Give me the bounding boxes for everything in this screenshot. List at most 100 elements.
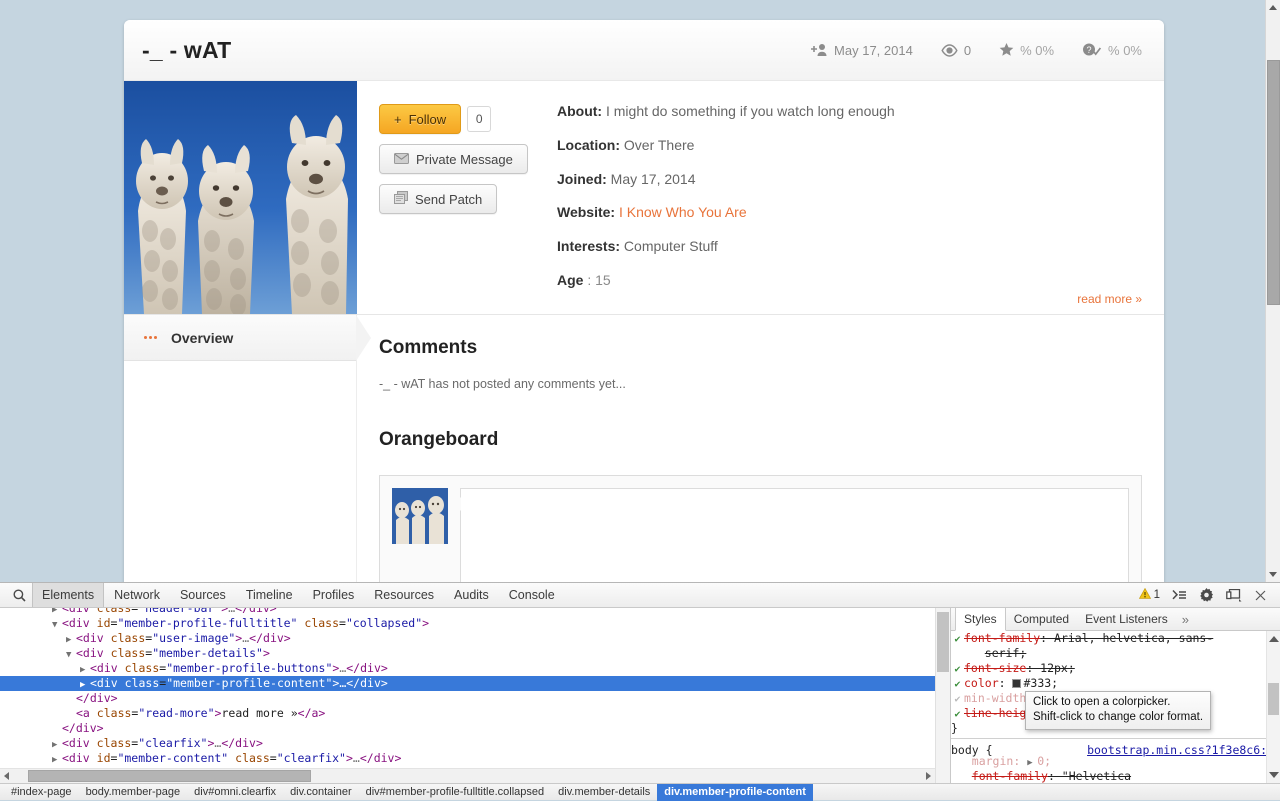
send-patch-button[interactable]: Send Patch <box>379 184 498 214</box>
hscroll-left-arrow[interactable] <box>0 769 15 783</box>
tab-sources[interactable]: Sources <box>170 583 236 607</box>
detail-interests: Interests: Computer Stuff <box>557 238 1142 255</box>
styles-vscrollbar[interactable] <box>1266 631 1280 783</box>
dom-tree-node[interactable]: ▶ <div class="user-image">…</div> <box>0 631 935 646</box>
stat-rating-value: % 0% <box>1020 42 1055 58</box>
body-rule-header: body { bootstrap.min.css?1f3e8c6:9 <box>951 739 1280 757</box>
add-user-icon <box>810 43 828 57</box>
alpaca-thumbnail <box>392 488 448 544</box>
devtools-toolbar-right: 1 <box>1138 587 1274 603</box>
tab-console[interactable]: Console <box>499 583 565 607</box>
detail-value: I might do something if you watch long e… <box>605 103 895 119</box>
orangeboard-title: Orangeboard <box>379 429 499 450</box>
breadcrumb-item[interactable]: div.member-profile-content <box>657 783 813 801</box>
tab-timeline[interactable]: Timeline <box>236 583 303 607</box>
patch-icon <box>394 191 408 207</box>
envelope-icon <box>394 152 409 167</box>
styles-scroll-up-arrow[interactable] <box>1269 636 1279 642</box>
styles-tabs: Styles Computed Event Listeners » <box>951 607 1280 631</box>
search-icon[interactable] <box>6 589 32 602</box>
dom-tree-node[interactable]: <a class="read-more">read more »</a> <box>0 706 935 721</box>
styles-tab-event-listeners[interactable]: Event Listeners <box>1077 608 1176 630</box>
page-scrollbar[interactable] <box>1265 0 1280 582</box>
css-declaration[interactable]: ✔ serif; <box>951 646 1280 661</box>
member-details: + Follow 0 Private Message Send Patch Ab… <box>357 81 1164 314</box>
detail-label: Joined: <box>557 170 607 187</box>
dom-tree-vscrollbar[interactable] <box>935 608 950 783</box>
question-check-icon: ? <box>1082 43 1102 57</box>
member-profile-buttons: + Follow 0 Private Message Send Patch <box>379 101 557 314</box>
css-declaration[interactable]: ✔ font-family: Arial, helvetica, sans- <box>951 631 1280 646</box>
tab-audits[interactable]: Audits <box>444 583 499 607</box>
close-icon[interactable] <box>1255 590 1266 601</box>
tab-overview[interactable]: Overview <box>124 315 371 361</box>
breadcrumb-item[interactable]: div#member-profile-fulltitle.collapsed <box>359 784 552 801</box>
tab-resources[interactable]: Resources <box>364 583 444 607</box>
dom-tree-node[interactable]: </div> <box>0 721 935 736</box>
user-image[interactable] <box>124 81 357 314</box>
hscroll-right-arrow[interactable] <box>920 769 935 783</box>
detail-value: Computer Stuff <box>623 238 718 255</box>
styles-tab-computed[interactable]: Computed <box>1006 608 1077 630</box>
plus-icon: + <box>394 111 402 127</box>
dom-tree-node[interactable]: ▶ <div class="clearfix">…</div> <box>0 736 935 751</box>
devtools-panel: Elements Network Sources Timeline Profil… <box>0 582 1280 801</box>
breadcrumb: #index-page body.member-page div#omni.clea… <box>0 783 1280 801</box>
body-rule-source-link[interactable]: bootstrap.min.css?1f3e8c6:9 <box>1087 743 1274 758</box>
read-more-link[interactable]: read more » <box>1077 292 1142 306</box>
dom-tree-node[interactable]: ▶ <div class="member-profile-buttons">…</… <box>0 661 935 676</box>
detail-label: Location: <box>557 136 620 153</box>
dom-vscroll-thumb[interactable] <box>937 612 949 672</box>
stat-joined: May 17, 2014 <box>810 43 913 58</box>
styles-panel: Styles Computed Event Listeners » ✔ font-… <box>950 607 1280 783</box>
detail-about: About: I might do something if you watch… <box>557 103 1142 120</box>
follow-row: + Follow 0 <box>379 104 557 134</box>
styles-vscroll-thumb[interactable] <box>1268 683 1279 715</box>
dom-tree-node[interactable]: ▶ <div class="header-bar">…</div> <box>0 608 935 616</box>
breadcrumb-item[interactable]: div#omni.clearfix <box>187 784 283 801</box>
breadcrumb-item[interactable]: #index-page <box>4 784 79 801</box>
dom-tree-node[interactable]: ▼ <div id="member-profile-fulltitle" clas… <box>0 616 935 631</box>
send-patch-label: Send Patch <box>415 191 483 207</box>
stat-rating: % 0% <box>999 43 1054 58</box>
dom-tree-node[interactable]: </div> <box>0 691 935 706</box>
dom-tree-panel[interactable]: ▶ <div class="header-bar">…</div> ▼ <div id… <box>0 608 935 783</box>
css-declaration[interactable]: font-family: "Helvetica <box>951 769 1280 783</box>
warning-count-button[interactable]: 1 <box>1138 587 1160 602</box>
action-buttons: Private Message Send Patch <box>379 144 557 214</box>
styles-more-icon[interactable]: » <box>1176 612 1195 627</box>
styles-scroll-down-arrow[interactable] <box>1269 772 1279 778</box>
dom-tree-node[interactable]: ▶ <div id="member-content" class="clearfi… <box>0 751 935 766</box>
scroll-down-arrow[interactable] <box>1266 567 1280 582</box>
body-rule-declarations[interactable]: margin: ▶0; font-family: "Helvetica Neue… <box>951 754 1280 783</box>
breadcrumb-item[interactable]: body.member-page <box>79 784 188 801</box>
breadcrumb-item[interactable]: div.member-details <box>551 784 657 801</box>
gear-icon[interactable] <box>1199 587 1214 603</box>
detail-value: Over There <box>623 136 695 153</box>
website-link[interactable]: I Know Who You Are <box>619 204 747 220</box>
styles-tab-styles[interactable]: Styles <box>955 607 1006 631</box>
stat-answers-value: % 0% <box>1108 42 1142 58</box>
private-message-button[interactable]: Private Message <box>379 144 528 174</box>
page-scrollbar-thumb[interactable] <box>1267 60 1280 305</box>
css-declaration[interactable]: ✔ font-size: 12px; <box>951 661 1280 676</box>
tab-elements[interactable]: Elements <box>32 583 105 607</box>
dom-tree-node[interactable]: ▼ <div class="member-details"> <box>0 646 935 661</box>
css-declaration[interactable]: ✔ color: #333; <box>951 676 1280 691</box>
dock-position-icon[interactable] <box>1226 588 1243 602</box>
detail-value: : 15 <box>587 271 611 288</box>
devtools-main: ▶ <div class="header-bar">…</div> ▼ <div id… <box>0 607 1280 783</box>
breadcrumb-item[interactable]: div.container <box>283 784 359 801</box>
dom-tree-hscrollbar[interactable] <box>0 768 935 783</box>
tooltip-line-2: Shift-click to change color format. <box>1033 711 1204 723</box>
comments-empty-text: -_ - wAT has not posted any comments yet… <box>379 377 626 391</box>
console-drawer-icon[interactable] <box>1172 589 1187 601</box>
hscroll-thumb[interactable] <box>28 770 311 782</box>
dots-icon <box>144 336 157 339</box>
tab-network[interactable]: Network <box>104 583 170 607</box>
dom-tree-node[interactable]: ▶ <div class="member-profile-content">…</… <box>0 676 935 691</box>
scroll-up-arrow[interactable] <box>1266 0 1280 15</box>
tab-profiles[interactable]: Profiles <box>303 583 365 607</box>
follow-button[interactable]: + Follow <box>379 104 462 134</box>
orangeboard-textarea[interactable] <box>454 488 1129 582</box>
